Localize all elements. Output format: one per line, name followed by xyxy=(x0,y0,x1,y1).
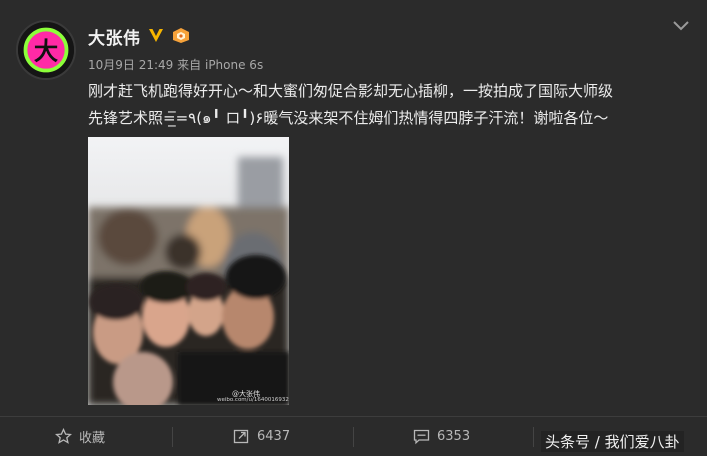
user-level-icon[interactable] xyxy=(170,26,192,44)
username[interactable]: 大张伟 xyxy=(88,24,141,49)
action-separator xyxy=(353,427,354,447)
crowd-photo-image xyxy=(88,137,289,405)
svg-text:大: 大 xyxy=(34,36,59,65)
repost-count: 6437 xyxy=(257,429,291,444)
star-icon xyxy=(55,428,72,444)
post-source[interactable]: iPhone 6s xyxy=(205,58,263,72)
avatar-image: 大 xyxy=(18,22,74,78)
favorite-label: 收藏 xyxy=(79,431,106,446)
chevron-down-icon[interactable] xyxy=(670,14,692,36)
post-meta: 10月9日 21:49 来自 iPhone 6s xyxy=(88,56,263,73)
avatar[interactable]: 大 xyxy=(16,20,76,80)
post-source-prefix: 来自 xyxy=(177,58,202,72)
action-separator xyxy=(533,427,534,447)
favorite-button[interactable]: 收藏 xyxy=(55,417,105,456)
comment-button[interactable]: 6353 xyxy=(413,417,470,456)
overlay-watermark: 头条号 / 我们爱八卦 xyxy=(541,431,684,452)
comment-count: 6353 xyxy=(437,429,471,444)
repost-button[interactable]: 6437 xyxy=(233,417,290,456)
comment-icon xyxy=(413,429,430,445)
post-content: 刚才赶飞机跑得好开心～和大蜜们匆促合影却无心插柳，一按拍成了国际大师级 先锋艺术… xyxy=(88,78,688,132)
verified-v-icon xyxy=(149,29,163,42)
post-content-line: 先锋艺术照=̲̅=٩(๑╹ ロ╹)۶暖气没来架不住姆们热情得四脖子汗流！谢啦各位… xyxy=(88,109,609,127)
image-watermark-url: weibo.com/u/1640016932 xyxy=(217,397,289,403)
weibo-post: 大 大张伟 10月9日 21:49 来自 iPhone 6s 刚才赶飞机跑得好开… xyxy=(0,0,707,456)
post-photo[interactable] xyxy=(88,137,289,405)
post-content-line: 刚才赶飞机跑得好开心～和大蜜们匆促合影却无心插柳，一按拍成了国际大师级 xyxy=(88,82,614,100)
repost-icon xyxy=(233,429,249,444)
action-separator xyxy=(172,427,173,447)
post-timestamp[interactable]: 10月9日 21:49 xyxy=(88,58,173,72)
